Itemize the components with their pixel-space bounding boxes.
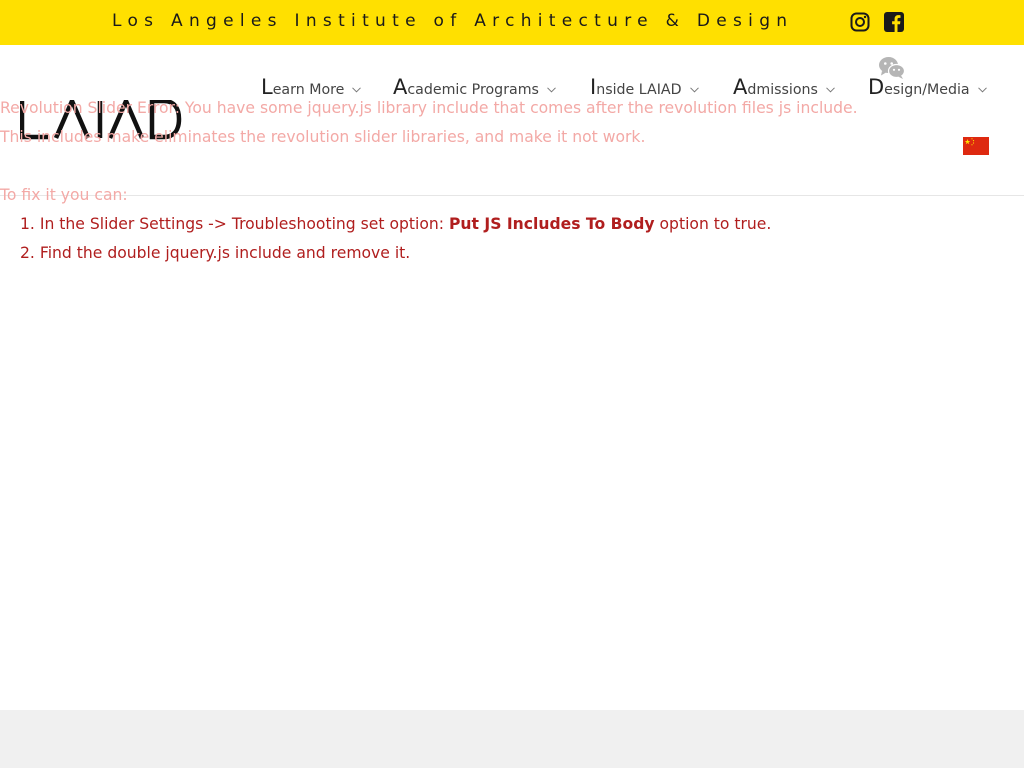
revolution-slider-error: Revolution Slider Error: You have some j… (0, 94, 1024, 268)
error-line-2: This includes make eliminates the revolu… (0, 128, 646, 146)
error-fix-steps: 1. In the Slider Settings -> Troubleshoo… (0, 210, 1024, 268)
wechat-icon[interactable] (878, 56, 906, 84)
error-fix-intro: To fix it you can: (0, 186, 128, 204)
list-item: 2. Find the double jquery.js include and… (20, 244, 411, 262)
top-bar: Los Angeles Institute of Architecture & … (0, 0, 1024, 45)
institute-title: Los Angeles Institute of Architecture & … (112, 11, 794, 31)
instagram-icon[interactable] (850, 12, 870, 32)
footer-band (0, 710, 1024, 768)
facebook-icon[interactable] (884, 12, 904, 32)
error-line-1: Revolution Slider Error: You have some j… (0, 99, 858, 117)
list-item: 1. In the Slider Settings -> Troubleshoo… (20, 215, 772, 233)
